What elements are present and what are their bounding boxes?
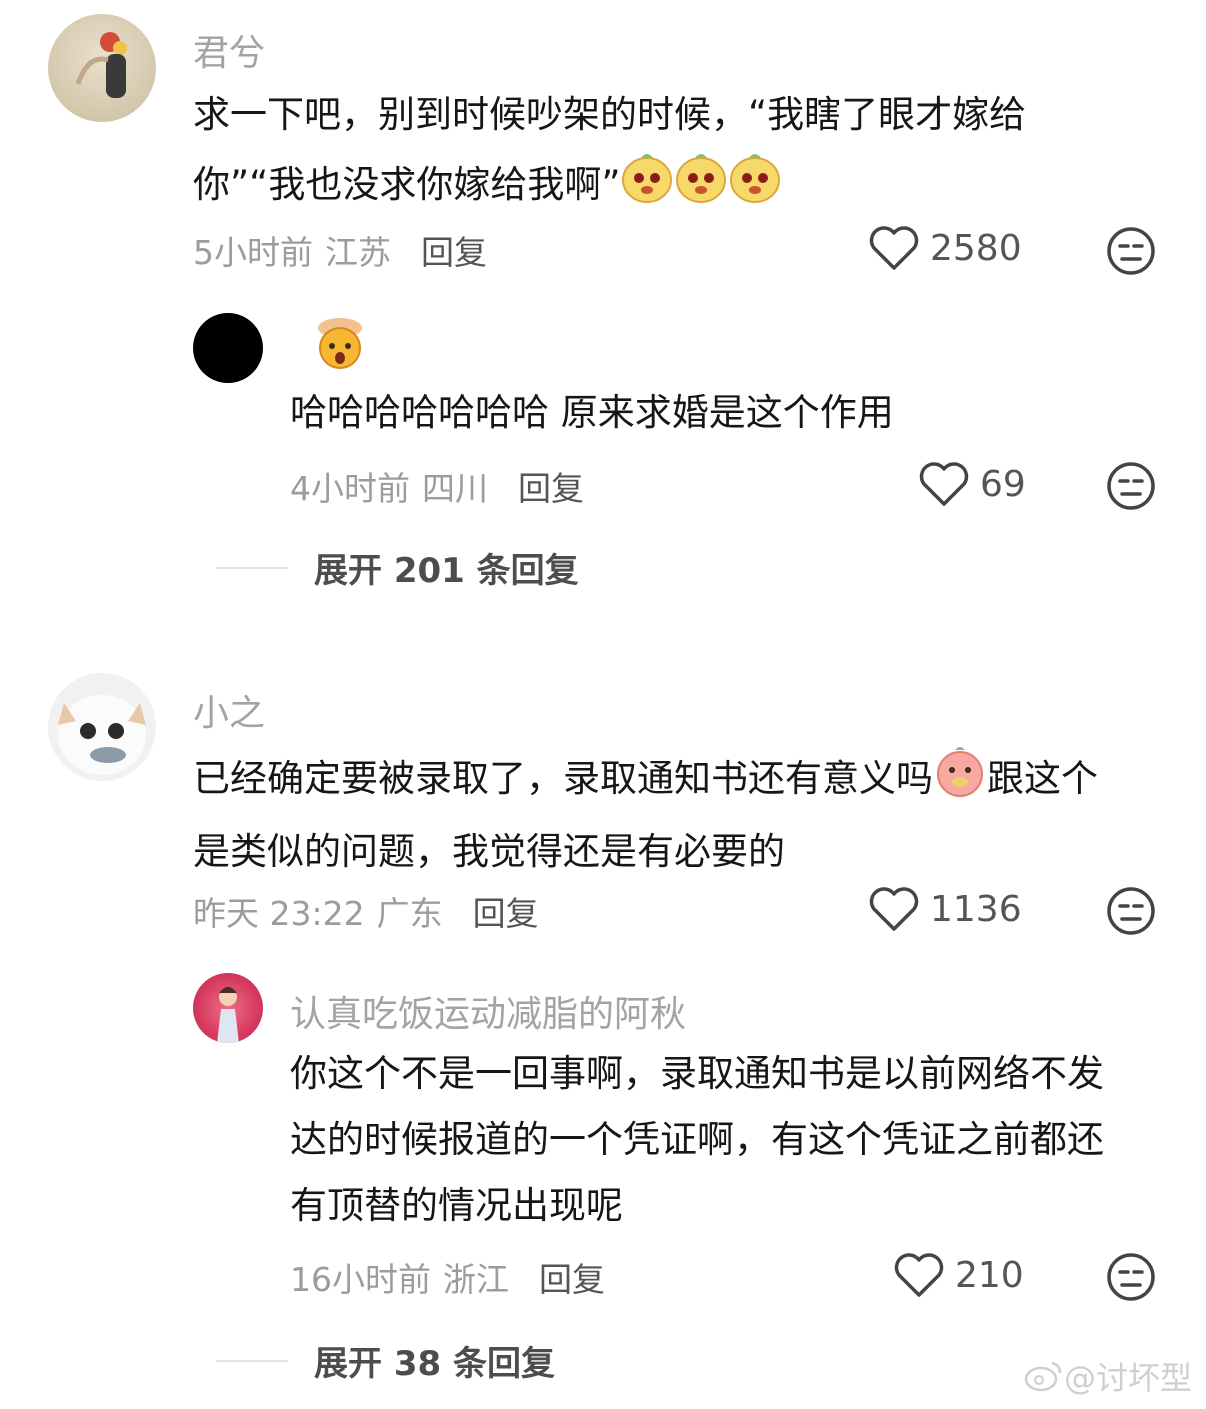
shocked-face-emoji xyxy=(310,314,370,374)
meh-face-icon xyxy=(1107,1253,1155,1301)
dislike-button[interactable] xyxy=(1106,461,1156,515)
cute-face-emoji xyxy=(621,148,781,225)
like-count: 69 xyxy=(980,463,1026,505)
like-button[interactable]: 210 xyxy=(893,1251,1024,1299)
avatar-image xyxy=(75,32,127,98)
heart-icon xyxy=(894,1253,944,1297)
heart-icon xyxy=(869,226,919,270)
dislike-button[interactable] xyxy=(1106,226,1156,280)
like-count: 1136 xyxy=(930,888,1022,930)
username[interactable]: 小之 xyxy=(193,684,265,736)
reply-text: 你这个不是一回事啊，录取通知书是以前网络不发达的时候报道的一个凭证啊，有这个凭证… xyxy=(290,1052,1104,1227)
like-button[interactable]: 69 xyxy=(918,460,1026,508)
comment-body: 已经确定要被录取了，录取通知书还有意义吗 xyxy=(193,757,933,800)
reply-button[interactable]: 回复 xyxy=(539,1253,605,1301)
reply-button[interactable]: 回复 xyxy=(518,462,584,510)
expand-replies-button[interactable]: 展开 38 条回复 xyxy=(216,1336,555,1385)
peach-emoji xyxy=(933,742,987,819)
like-count: 2580 xyxy=(930,227,1022,269)
timestamp: 5小时前 xyxy=(193,233,313,272)
timestamp: 昨天 23:22 xyxy=(193,894,365,933)
dislike-button[interactable] xyxy=(1106,1252,1156,1306)
heart-icon xyxy=(919,462,969,506)
reply-button[interactable]: 回复 xyxy=(421,226,487,274)
expand-label: 展开 38 条回复 xyxy=(314,1344,555,1384)
comment-text: 已经确定要被录取了，录取通知书还有意义吗 跟这个是类似的问题，我觉得还是有必要的 xyxy=(193,742,1133,885)
expand-label: 展开 201 条回复 xyxy=(314,551,579,591)
avatar[interactable] xyxy=(48,14,156,122)
username[interactable]: 君兮 xyxy=(193,24,265,76)
meh-face-icon xyxy=(1107,462,1155,510)
timestamp: 16小时前 xyxy=(290,1260,431,1299)
like-button[interactable]: 2580 xyxy=(868,224,1022,272)
location: 江苏 xyxy=(325,233,391,272)
like-count: 210 xyxy=(955,1254,1024,1296)
meh-face-icon xyxy=(1107,887,1155,935)
divider-line xyxy=(216,566,288,569)
avatar-image xyxy=(217,987,239,1043)
like-button[interactable]: 1136 xyxy=(868,885,1022,933)
watermark: @讨坏型 xyxy=(1024,1353,1192,1399)
reply-text: 哈哈哈哈哈哈哈 原来求婚是这个作用 xyxy=(290,391,894,434)
comment-meta: 5小时前 江苏 回复 xyxy=(193,226,487,274)
reply-button[interactable]: 回复 xyxy=(473,887,539,935)
reply-meta: 16小时前 浙江 回复 xyxy=(290,1253,605,1301)
heart-icon xyxy=(869,887,919,931)
watermark-text: @讨坏型 xyxy=(1063,1359,1192,1397)
expand-replies-button[interactable]: 展开 201 条回复 xyxy=(216,543,579,592)
avatar-image xyxy=(58,695,146,775)
reply-avatar[interactable] xyxy=(193,973,263,1043)
comment-body: 求一下吧，别到时候吵架的时候，“我瞎了眼才嫁给你”“我也没求你嫁给我啊” xyxy=(193,93,1027,206)
meh-face-icon xyxy=(1107,227,1155,275)
reply-avatar[interactable] xyxy=(193,313,263,383)
location: 浙江 xyxy=(443,1260,509,1299)
comment-text: 求一下吧，别到时候吵架的时候，“我瞎了眼才嫁给你”“我也没求你嫁给我啊” xyxy=(193,82,1133,225)
divider-line xyxy=(216,1359,288,1362)
timestamp: 4小时前 xyxy=(290,469,410,508)
username[interactable]: 认真吃饭运动减脂的阿秋 xyxy=(290,985,686,1037)
location: 广东 xyxy=(376,894,443,933)
comment-meta: 昨天 23:22 广东 回复 xyxy=(193,887,539,935)
location: 四川 xyxy=(422,469,488,508)
avatar[interactable] xyxy=(48,673,156,781)
weibo-logo-icon xyxy=(1024,1361,1062,1392)
reply-meta: 4小时前 四川 回复 xyxy=(290,462,584,510)
dislike-button[interactable] xyxy=(1106,886,1156,940)
